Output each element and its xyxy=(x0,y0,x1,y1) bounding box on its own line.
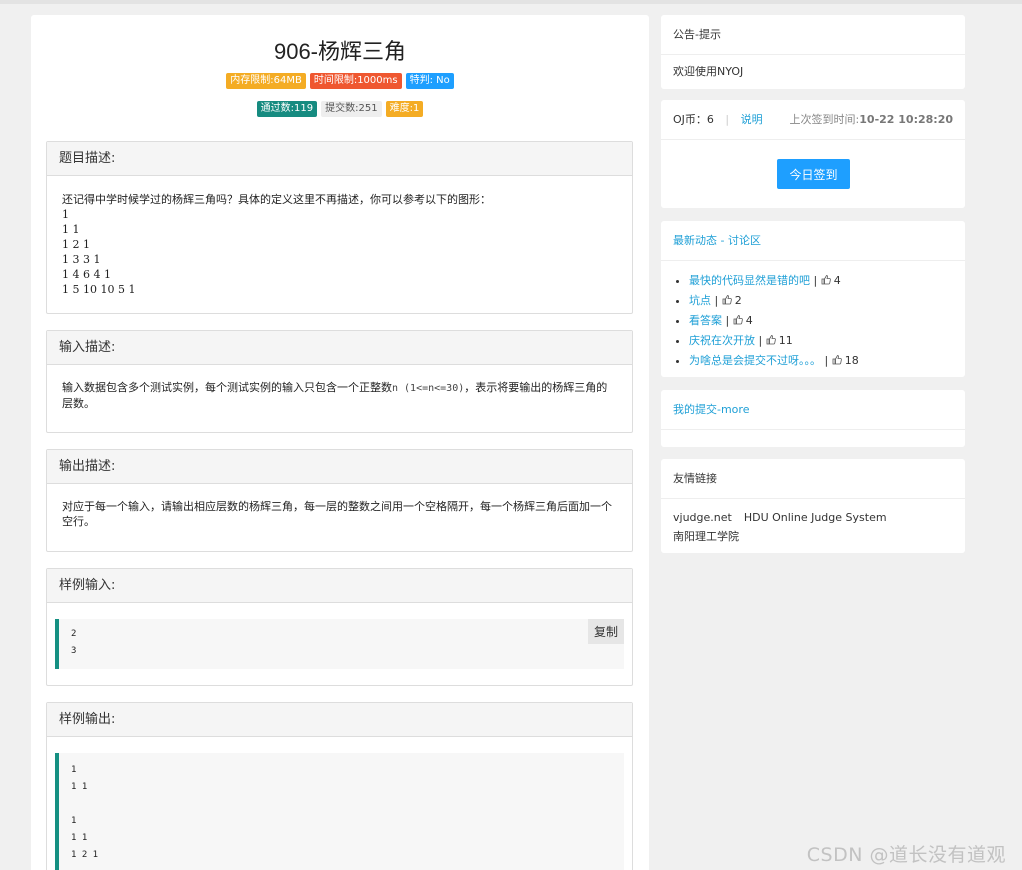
code-line: 3 xyxy=(71,646,77,656)
news-likes: 4 xyxy=(833,274,841,287)
news-item-link[interactable]: 最快的代码显然是错的吧 xyxy=(689,274,810,287)
news-header: 最新动态 - 讨论区 xyxy=(661,221,965,261)
news-item-link[interactable]: 庆祝在次开放 xyxy=(689,334,755,347)
news-item: 看答案 | 4 xyxy=(689,311,965,331)
notice-title: 公告-提示 xyxy=(661,15,965,55)
sample-output-heading: 样例输出: xyxy=(47,703,632,737)
sample-output-code: 1 1 1 1 1 1 1 2 1 xyxy=(55,753,624,870)
my-submissions-card: 我的提交-more xyxy=(661,390,965,447)
friend-links-card: 友情链接 vjudge.net HDU Online Judge System 南… xyxy=(661,459,965,553)
sample-input-heading: 样例输入: xyxy=(47,569,632,603)
thumbs-up-icon xyxy=(733,315,743,325)
news-item: 坑点 | 2 xyxy=(689,291,965,311)
stats-badges: 通过数:119 提交数:251 难度:1 xyxy=(31,101,649,117)
news-likes: 11 xyxy=(778,334,793,347)
coins-explain-link[interactable]: 说明 xyxy=(741,113,763,126)
output-text: 对应于每一个输入，请输出相应层数的杨辉三角，每一层的整数之间用一个空格隔开，每一… xyxy=(62,500,612,528)
special-judge-badge: 特判: No xyxy=(405,73,454,89)
triangle-line: 1 4 6 4 1 xyxy=(62,268,111,281)
copy-button[interactable]: 复制 xyxy=(587,619,624,644)
output-body: 对应于每一个输入，请输出相应层数的杨辉三角，每一层的整数之间用一个空格隔开，每一… xyxy=(47,484,632,543)
last-sign-info: 上次签到时间:10-22 10:28:20 xyxy=(790,100,953,140)
news-item: 最快的代码显然是错的吧 | 4 xyxy=(689,271,965,291)
thumbs-up-icon xyxy=(722,295,732,305)
triangle-line: 1 1 xyxy=(62,223,80,236)
code-line: 1 xyxy=(71,816,77,826)
triangle-line: 1 5 10 10 5 1 xyxy=(62,283,136,296)
input-constraint: n (1<=n<=30) xyxy=(392,383,465,394)
csdn-watermark: CSDN @道长没有道观 xyxy=(806,844,1006,866)
sample-input-panel: 样例输入: 2 3 复制 xyxy=(46,568,633,686)
input-body: 输入数据包含多个测试实例，每个测试实例的输入只包含一个正整数n (1<=n<=3… xyxy=(47,365,632,425)
friend-links-row: vjudge.net HDU Online Judge System xyxy=(673,508,953,527)
news-item-link[interactable]: 看答案 xyxy=(689,314,722,327)
thumbs-up-icon xyxy=(821,275,831,285)
notice-card: 公告-提示 欢迎使用NYOJ xyxy=(661,15,965,89)
friend-link[interactable]: 南阳理工学院 xyxy=(673,530,739,543)
sample-input-body: 2 3 复制 xyxy=(47,603,632,669)
news-list: 最快的代码显然是错的吧 | 4 坑点 | 2 看答案 | 4 庆祝在次开放 | … xyxy=(661,261,965,371)
time-limit-badge: 时间限制:1000ms xyxy=(309,73,402,89)
news-likes: 2 xyxy=(734,294,742,307)
input-heading: 输入描述: xyxy=(47,331,632,365)
code-line: 1 2 1 xyxy=(71,850,99,860)
difficulty-badge: 难度:1 xyxy=(385,101,424,117)
daily-sign-in-button[interactable]: 今日签到 xyxy=(777,159,850,189)
triangle-line: 1 xyxy=(62,208,69,221)
my-submissions-link[interactable]: 我的提交-more xyxy=(673,403,749,416)
triangle-line: 1 2 1 xyxy=(62,238,90,251)
coins-header: OJ币：6 | 说明 上次签到时间:10-22 10:28:20 xyxy=(661,100,965,140)
sample-input-code: 2 3 复制 xyxy=(55,619,624,669)
description-intro: 还记得中学时候学过的杨辉三角吗？具体的定义这里不再描述，你可以参考以下的图形： xyxy=(62,193,491,206)
sample-output-body: 1 1 1 1 1 1 1 2 1 xyxy=(47,737,632,870)
thumbs-up-icon xyxy=(766,335,776,345)
news-item-link[interactable]: 坑点 xyxy=(689,294,711,307)
coins-value: 6 xyxy=(706,113,714,126)
limits-badges: 内存限制:64MB 时间限制:1000ms 特判: No xyxy=(31,73,649,89)
last-sign-label: 上次签到时间: xyxy=(789,113,860,126)
friend-links-row: 南阳理工学院 xyxy=(673,527,953,546)
notice-body: 欢迎使用NYOJ xyxy=(673,65,744,78)
description-heading: 题目描述: xyxy=(47,142,632,176)
description-panel: 题目描述: 还记得中学时候学过的杨辉三角吗？具体的定义这里不再描述，你可以参考以… xyxy=(46,141,633,314)
input-text-before: 输入数据包含多个测试实例，每个测试实例的输入只包含一个正整数 xyxy=(62,381,392,394)
memory-limit-badge: 内存限制:64MB xyxy=(226,73,306,89)
coins-card: OJ币：6 | 说明 上次签到时间:10-22 10:28:20 今日签到 xyxy=(661,100,965,208)
coins-label: OJ币： xyxy=(673,113,707,126)
problem-title: 906-杨辉三角 xyxy=(273,39,407,64)
last-sign-time: 10-22 10:28:20 xyxy=(859,113,953,126)
accepted-count-badge: 通过数:119 xyxy=(256,101,318,117)
code-line: 1 1 xyxy=(71,782,88,792)
news-card: 最新动态 - 讨论区 最快的代码显然是错的吧 | 4 坑点 | 2 看答案 | … xyxy=(661,221,965,377)
friend-links-body: vjudge.net HDU Online Judge System 南阳理工学院 xyxy=(661,499,965,546)
code-line: 1 xyxy=(71,765,77,775)
problem-main: 906-杨辉三角 内存限制:64MB 时间限制:1000ms 特判: No 通过… xyxy=(31,15,649,870)
news-item-link[interactable]: 为啥总是会提交不过呀。。。 xyxy=(689,354,821,367)
thumbs-up-icon xyxy=(832,355,842,365)
my-submissions-header: 我的提交-more xyxy=(661,390,965,430)
news-title-link[interactable]: 最新动态 - 讨论区 xyxy=(673,234,761,247)
divider: | xyxy=(725,113,730,126)
friend-link[interactable]: HDU Online Judge System xyxy=(744,511,887,524)
news-item: 庆祝在次开放 | 11 xyxy=(689,331,965,351)
news-likes: 4 xyxy=(745,314,753,327)
description-body: 还记得中学时候学过的杨辉三角吗？具体的定义这里不再描述，你可以参考以下的图形： … xyxy=(47,176,632,311)
news-likes: 18 xyxy=(844,354,859,367)
code-line: 2 xyxy=(71,629,77,639)
top-border xyxy=(0,0,1022,4)
output-heading: 输出描述: xyxy=(47,450,632,484)
output-panel: 输出描述: 对应于每一个输入，请输出相应层数的杨辉三角，每一层的整数之间用一个空… xyxy=(46,449,633,552)
triangle-line: 1 3 3 1 xyxy=(62,253,101,266)
submit-count-badge: 提交数:251 xyxy=(321,101,382,117)
input-panel: 输入描述: 输入数据包含多个测试实例，每个测试实例的输入只包含一个正整数n (1… xyxy=(46,330,633,433)
friend-links-title: 友情链接 xyxy=(661,459,965,499)
friend-link[interactable]: vjudge.net xyxy=(673,511,732,524)
code-line: 1 1 xyxy=(71,833,88,843)
sample-output-panel: 样例输出: 1 1 1 1 1 1 1 2 1 xyxy=(46,702,633,870)
news-item: 为啥总是会提交不过呀。。。 | 18 xyxy=(689,351,965,371)
